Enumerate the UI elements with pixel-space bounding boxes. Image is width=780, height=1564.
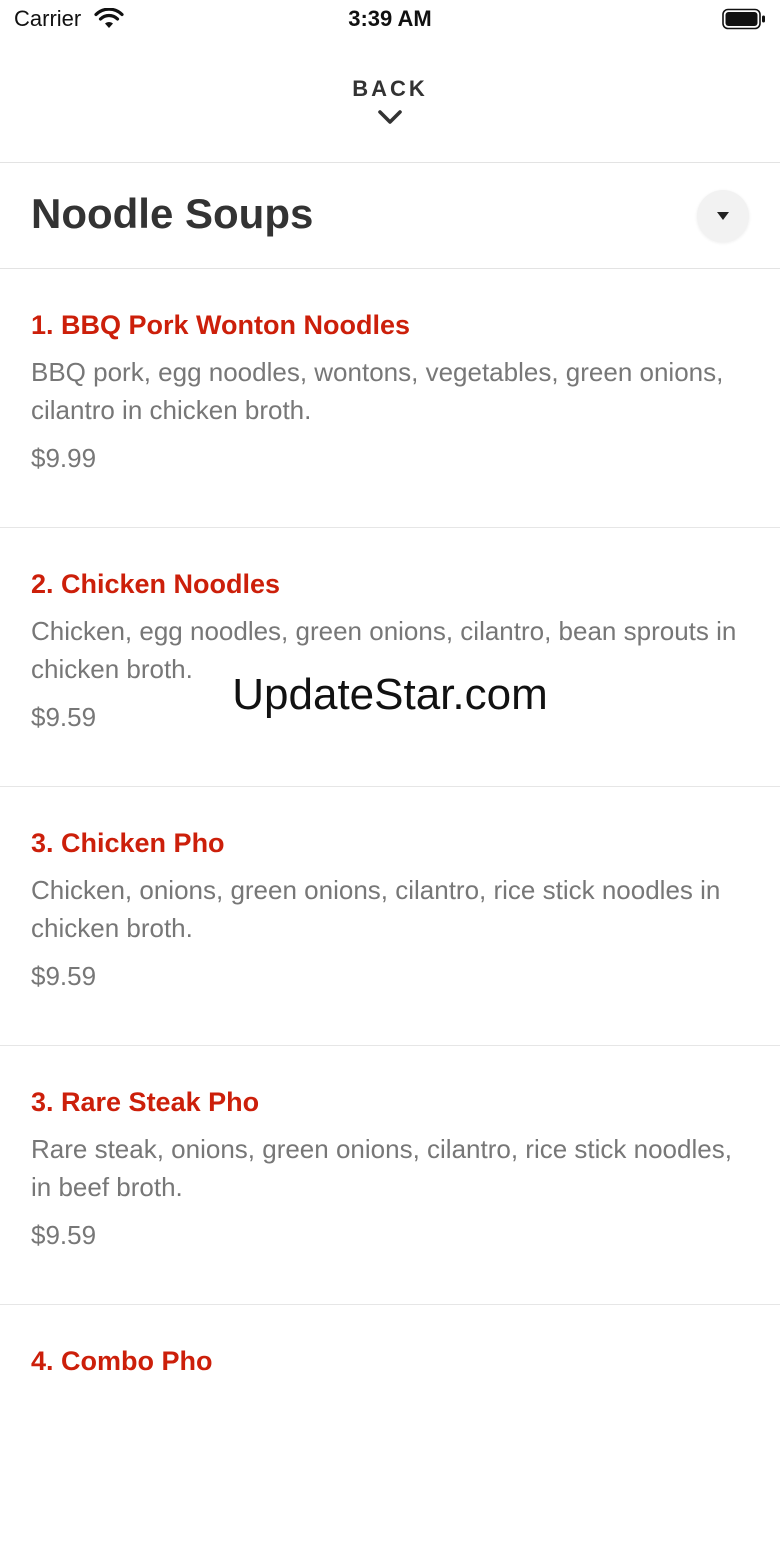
menu-item[interactable]: 3. Chicken Pho Chicken, onions, green on… [0, 787, 780, 1046]
menu-item[interactable]: 3. Rare Steak Pho Rare steak, onions, gr… [0, 1046, 780, 1305]
item-description: Rare steak, onions, green onions, cilant… [31, 1134, 732, 1202]
item-description: Chicken, egg noodles, green onions, cila… [31, 616, 737, 684]
item-price: $9.59 [31, 702, 97, 732]
item-price: $9.99 [31, 443, 97, 473]
item-name: 3. Chicken Pho [31, 828, 225, 858]
item-name: 2. Chicken Noodles [31, 569, 281, 599]
header-divider [0, 162, 780, 163]
caret-down-icon [717, 212, 729, 220]
back-button[interactable]: BACK [0, 62, 780, 152]
item-name: 1. BBQ Pork Wonton Noodles [31, 310, 411, 340]
item-name: 3. Rare Steak Pho [31, 1087, 260, 1117]
back-label: BACK [352, 76, 428, 101]
item-price: $9.59 [31, 1220, 97, 1250]
section-collapse-button[interactable] [697, 190, 749, 242]
chevron-down-icon [378, 110, 402, 124]
section-title: Noodle Soups [31, 190, 314, 237]
status-bar: Carrier 3:39 AM [0, 0, 780, 40]
menu-item-list: 1. BBQ Pork Wonton Noodles BBQ pork, egg… [0, 269, 780, 1564]
menu-item[interactable]: 4. Combo Pho [0, 1305, 780, 1564]
battery-icon [722, 8, 765, 30]
item-description: Chicken, onions, green onions, cilantro,… [31, 875, 721, 943]
status-time: 3:39 AM [348, 6, 432, 31]
menu-item[interactable]: 1. BBQ Pork Wonton Noodles BBQ pork, egg… [0, 269, 780, 528]
item-name: 4. Combo Pho [31, 1346, 213, 1376]
menu-item[interactable]: 2. Chicken Noodles Chicken, egg noodles,… [0, 528, 780, 787]
item-description: BBQ pork, egg noodles, wontons, vegetabl… [31, 357, 724, 425]
item-price: $9.59 [31, 961, 97, 991]
